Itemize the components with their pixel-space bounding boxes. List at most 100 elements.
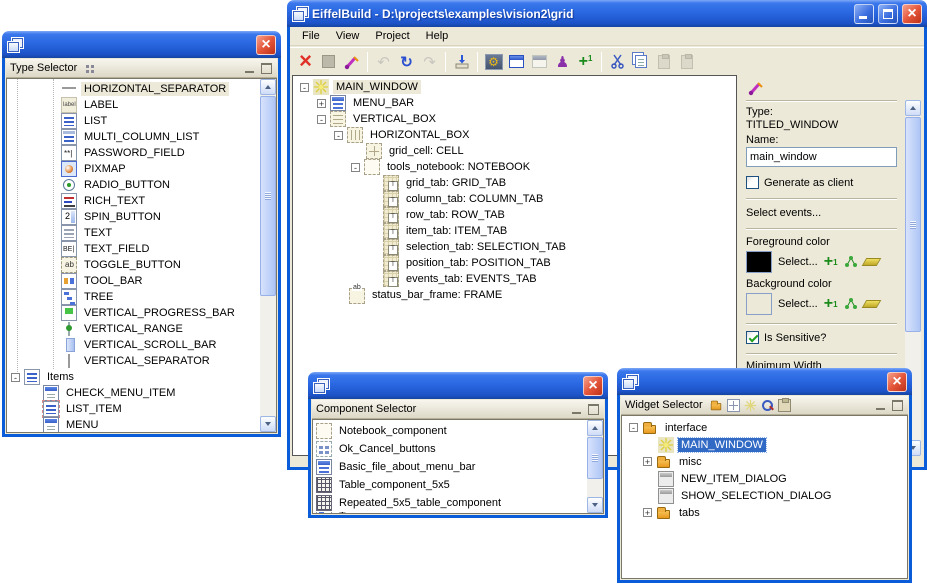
tree-row[interactable]: RICH_TEXT [9, 193, 276, 209]
list-item[interactable]: Table_component_5x5 [316, 476, 603, 494]
tree-row[interactable]: RADIO_BUTTON [9, 177, 276, 193]
tree-row[interactable]: PASSWORD_FIELD [9, 145, 276, 161]
tree-row[interactable]: LIST_ITEM [9, 401, 276, 417]
starburst-icon[interactable] [744, 399, 757, 412]
tree-row[interactable]: item_tab: ITEM_TAB [296, 223, 736, 239]
tree-row[interactable]: selection_tab: SELECTION_TAB [296, 239, 736, 255]
search-icon[interactable] [761, 399, 774, 412]
tree-row[interactable]: grid_tab: GRID_TAB [296, 175, 736, 191]
tree-row[interactable]: TOGGLE_BUTTON [9, 257, 276, 273]
redo-button[interactable] [418, 50, 441, 73]
caption-maximize-icon[interactable] [260, 62, 273, 75]
type-selector-title-bar[interactable] [2, 31, 281, 58]
build-button[interactable] [340, 50, 363, 73]
undo-button[interactable] [372, 50, 395, 73]
select-events-link[interactable]: Select events... [746, 207, 897, 220]
widget-selector-caption[interactable]: Widget Selector [621, 396, 908, 415]
collapse-icon[interactable] [317, 115, 326, 124]
widget-selector-title-bar[interactable] [617, 368, 912, 395]
tree-row[interactable]: MULTI_COLUMN_LIST [9, 129, 276, 145]
eraser-icon[interactable] [861, 258, 881, 266]
collapse-icon[interactable] [351, 163, 360, 172]
tree-row[interactable]: events_tab: EVENTS_TAB [296, 271, 736, 287]
tree-row[interactable]: SHOW_SELECTION_DIALOG [625, 487, 907, 504]
tree-row[interactable]: SPIN_BUTTON [9, 209, 276, 225]
menu-help[interactable]: Help [418, 28, 457, 44]
paste-button[interactable] [652, 50, 675, 73]
component-selector-caption[interactable]: Component Selector [312, 400, 604, 419]
tree-row[interactable]: misc [625, 453, 907, 470]
caption-minimize-icon[interactable] [570, 403, 583, 416]
collapse-icon[interactable] [334, 131, 343, 140]
scroll-thumb[interactable] [587, 437, 603, 479]
menu-project[interactable]: Project [367, 28, 417, 44]
component-selector-title-bar[interactable] [308, 372, 608, 399]
maximize-button[interactable] [878, 4, 898, 24]
new-window-button[interactable] [505, 50, 528, 73]
collapse-icon[interactable] [300, 83, 309, 92]
is-sensitive-checkbox[interactable] [746, 331, 759, 344]
tree-row[interactable]: column_tab: COLUMN_TAB [296, 191, 736, 207]
cut-button[interactable] [606, 50, 629, 73]
grid-plus-icon[interactable] [727, 399, 740, 412]
tree-row[interactable]: grid_cell: CELL [296, 143, 736, 159]
expand-icon[interactable] [643, 508, 652, 517]
close-button[interactable] [902, 4, 922, 24]
scroll-up-button[interactable] [905, 100, 921, 116]
expand-icon[interactable] [317, 99, 326, 108]
tree-row[interactable]: MENU [9, 417, 276, 433]
type-list-scrollbar[interactable] [260, 79, 276, 432]
copy-button[interactable] [629, 50, 652, 73]
list-item[interactable]: Ok_Cancel_buttons [316, 440, 603, 458]
menu-file[interactable]: File [294, 28, 328, 44]
tree-row[interactable]: HORIZONTAL_SEPARATOR [9, 81, 276, 97]
tree-row[interactable]: VERTICAL_SEPARATOR [9, 353, 276, 369]
list-item-partial[interactable]: Tree [316, 512, 603, 514]
list-item[interactable]: Repeated_5x5_table_component [316, 494, 603, 512]
export-button[interactable] [450, 50, 473, 73]
close-button[interactable] [887, 372, 907, 392]
close-button[interactable] [583, 376, 603, 396]
debug-button[interactable] [551, 50, 574, 73]
clipboard-folder-icon[interactable] [778, 399, 791, 412]
minimize-button[interactable] [854, 4, 874, 24]
tree-row[interactable]: VERTICAL_RANGE [9, 321, 276, 337]
tree-row[interactable]: TOOL_BAR [9, 273, 276, 289]
tree-row[interactable]: VERTICAL_SCROLL_BAR [9, 337, 276, 353]
refresh-button[interactable] [395, 50, 418, 73]
background-select-button[interactable]: Select... [778, 298, 818, 310]
save-button[interactable] [317, 50, 340, 73]
tree-row[interactable]: CHECK_MENU_ITEM [9, 385, 276, 401]
tree-row[interactable]: tabs [625, 504, 907, 521]
tree-row[interactable]: row_tab: ROW_TAB [296, 207, 736, 223]
scroll-up-button[interactable] [260, 79, 276, 95]
add-one-button[interactable] [574, 50, 597, 73]
paste-special-button[interactable] [675, 50, 698, 73]
generate-as-client-checkbox[interactable] [746, 176, 759, 189]
list-item[interactable]: Basic_file_about_menu_bar [316, 458, 603, 476]
caption-minimize-icon[interactable] [243, 62, 256, 75]
plus-one-icon[interactable] [824, 253, 838, 271]
foreground-swatch[interactable] [746, 251, 772, 273]
list-item[interactable]: Notebook_component [316, 422, 603, 440]
expand-icon[interactable] [643, 457, 652, 466]
tree-row[interactable]: tools_notebook: NOTEBOOK [296, 159, 736, 175]
scroll-thumb[interactable] [905, 117, 921, 332]
caption-maximize-icon[interactable] [891, 399, 904, 412]
scroll-down-button[interactable] [587, 497, 603, 513]
tree-row[interactable]: TREE [9, 289, 276, 305]
tree-row[interactable]: LIST [9, 113, 276, 129]
type-selector-caption[interactable]: Type Selector [6, 59, 277, 78]
plus-one-icon[interactable] [824, 295, 838, 313]
collapse-icon[interactable] [11, 373, 20, 382]
tree-row[interactable]: status_bar_frame: FRAME [296, 287, 736, 303]
tree-row[interactable]: VERTICAL_PROGRESS_BAR [9, 305, 276, 321]
split-squares-icon[interactable] [84, 62, 97, 75]
caption-minimize-icon[interactable] [874, 399, 887, 412]
tree-row[interactable]: MAIN_WINDOW [296, 79, 736, 95]
folder-icon[interactable] [710, 399, 723, 412]
tree-row[interactable]: VERTICAL_BOX [296, 111, 736, 127]
caption-maximize-icon[interactable] [587, 403, 600, 416]
molecule-icon[interactable] [844, 255, 858, 269]
scroll-up-button[interactable] [587, 420, 603, 436]
